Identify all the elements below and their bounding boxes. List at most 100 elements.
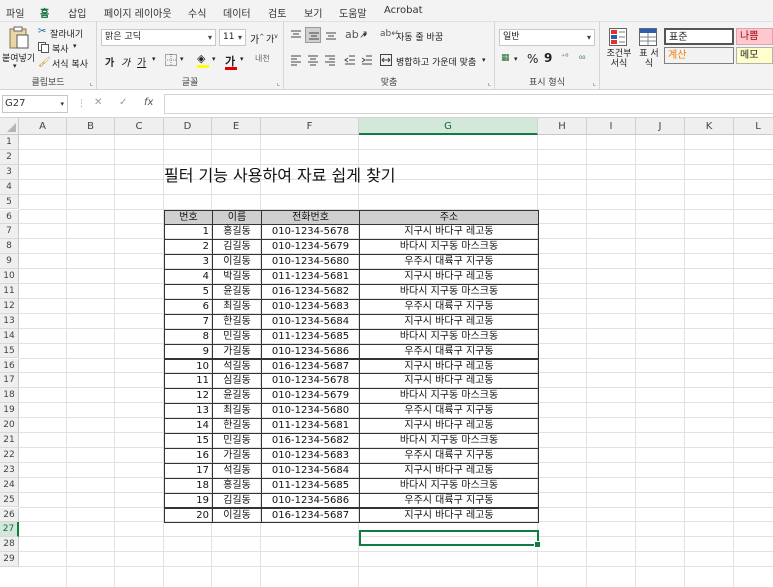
row-header-3[interactable]: 3 — [0, 164, 19, 180]
tab-formulas[interactable]: 수식 — [188, 5, 206, 20]
style-calculation[interactable]: 계산 — [664, 47, 734, 64]
formula-input[interactable] — [164, 94, 773, 114]
table-cell[interactable]: 우주시 대륙구 지구동 — [359, 343, 539, 360]
style-memo[interactable]: 메모 — [736, 47, 773, 64]
merge-center-button[interactable]: 병합하고 가운데 맞춤 — [396, 55, 476, 68]
align-top-icon[interactable] — [290, 29, 302, 44]
table-header-cell[interactable]: 이름 — [212, 209, 262, 226]
increase-decimal-icon[interactable]: ⁺⁰ — [561, 52, 568, 61]
table-cell[interactable]: 12 — [164, 388, 213, 405]
table-header-cell[interactable]: 전화번호 — [261, 209, 360, 226]
tab-acrobat[interactable]: Acrobat — [384, 5, 423, 16]
border-icon[interactable] — [165, 54, 177, 69]
table-cell[interactable]: 홍길동 — [212, 224, 262, 241]
row-header-4[interactable]: 4 — [0, 179, 19, 195]
table-cell[interactable]: 4 — [164, 269, 213, 285]
table-cell[interactable]: 바다시 지구동 마스크동 — [359, 477, 539, 494]
select-all-button[interactable] — [0, 118, 19, 135]
table-header-cell[interactable]: 번호 — [164, 209, 213, 226]
table-cell[interactable]: 7 — [164, 313, 213, 330]
table-cell[interactable]: 3 — [164, 254, 213, 271]
number-format-select[interactable]: 일반 ▾ — [499, 29, 595, 46]
table-cell[interactable]: 바다시 지구동 마스크동 — [359, 433, 539, 449]
row-header-19[interactable]: 19 — [0, 403, 19, 419]
align-right-icon[interactable] — [324, 54, 336, 69]
format-painter-button[interactable]: 서식 복사 — [52, 57, 88, 70]
column-header-l[interactable]: L — [734, 118, 773, 135]
dialog-launcher-icon[interactable]: ⌞ — [90, 79, 93, 87]
increase-indent-icon[interactable] — [361, 54, 373, 69]
row-header-28[interactable]: 28 — [0, 537, 19, 553]
table-cell[interactable]: 010-1234-5684 — [261, 313, 360, 330]
spreadsheet-grid[interactable]: ABCDEFGHIJKL 1 2 3 4 5 6 7 8 9 10 11 12 13 14 15 16 17 18… — [0, 118, 773, 587]
row-header-10[interactable]: 10 — [0, 269, 19, 284]
row-header-11[interactable]: 11 — [0, 284, 19, 299]
decrease-decimal-icon[interactable]: ₀₀ — [579, 52, 585, 61]
style-bad[interactable]: 나쁨 — [736, 28, 773, 45]
table-cell[interactable]: 지구시 바다구 레고동 — [359, 418, 539, 434]
table-cell[interactable]: 10 — [164, 358, 213, 375]
column-header-g[interactable]: G — [359, 118, 538, 135]
style-normal[interactable]: 표준 — [664, 28, 734, 45]
table-cell[interactable]: 15 — [164, 433, 213, 449]
tab-data[interactable]: 데이터 — [223, 5, 251, 20]
sheet-title[interactable]: 필터 기능 사용하여 자료 쉽게 찾기 — [164, 162, 396, 186]
table-cell[interactable]: 최길동 — [212, 298, 262, 315]
table-cell[interactable]: 바다시 지구동 마스크동 — [359, 239, 539, 256]
table-cell[interactable]: 011-1234-5681 — [261, 269, 360, 285]
align-center-icon[interactable] — [307, 54, 319, 69]
table-cell[interactable]: 우주시 대륙구 지구동 — [359, 298, 539, 315]
conditional-formatting-button[interactable]: 조건부 서식 — [606, 49, 632, 69]
table-cell[interactable]: 016-1234-5687 — [261, 358, 360, 375]
italic-button[interactable]: 가 — [121, 54, 130, 69]
font-color-icon[interactable]: 가 — [225, 53, 237, 70]
table-cell[interactable]: 11 — [164, 373, 213, 390]
align-left-icon[interactable] — [290, 54, 302, 69]
insert-function-button[interactable]: fx — [144, 97, 153, 108]
table-cell[interactable]: 한길동 — [212, 313, 262, 330]
paste-chevron-icon[interactable]: ▾ — [13, 62, 17, 70]
table-cell[interactable]: 5 — [164, 284, 213, 300]
table-cell[interactable]: 010-1234-5680 — [261, 403, 360, 420]
table-cell[interactable]: 010-1234-5678 — [261, 373, 360, 390]
column-header-b[interactable]: B — [67, 118, 115, 135]
table-cell[interactable]: 010-1234-5683 — [261, 298, 360, 315]
table-cell[interactable]: 010-1234-5686 — [261, 343, 360, 360]
table-cell[interactable]: 민길동 — [212, 433, 262, 449]
dialog-launcher-icon[interactable]: ⌞ — [277, 79, 280, 87]
table-cell[interactable]: 010-1234-5678 — [261, 224, 360, 241]
column-header-d[interactable]: D — [164, 118, 212, 135]
tab-file[interactable]: 파일 — [6, 5, 24, 20]
cancel-icon[interactable]: ✕ — [94, 97, 102, 108]
row-header-29[interactable]: 29 — [0, 552, 19, 568]
table-cell[interactable]: 지구시 바다구 레고동 — [359, 269, 539, 285]
table-cell[interactable]: 이길동 — [212, 507, 262, 524]
table-cell[interactable]: 16 — [164, 447, 213, 464]
column-header-f[interactable]: F — [261, 118, 359, 135]
tab-page-layout[interactable]: 페이지 레이아웃 — [104, 5, 172, 20]
table-cell[interactable]: 한길동 — [212, 418, 262, 434]
row-header-27[interactable]: 27 — [0, 522, 19, 538]
row-header-13[interactable]: 13 — [0, 313, 19, 329]
row-header-26[interactable]: 26 — [0, 507, 19, 523]
table-cell[interactable]: 가길동 — [212, 343, 262, 360]
table-cell[interactable]: 011-1234-5681 — [261, 418, 360, 434]
merge-chevron-icon[interactable]: ▾ — [482, 56, 486, 64]
fill-chevron-icon[interactable]: ▾ — [212, 55, 216, 63]
percent-button[interactable]: % — [527, 52, 538, 66]
row-header-16[interactable]: 16 — [0, 358, 19, 374]
table-cell[interactable]: 우주시 대륙구 지구동 — [359, 492, 539, 509]
table-cell[interactable]: 우주시 대륙구 지구동 — [359, 403, 539, 420]
table-cell[interactable]: 지구시 바다구 레고동 — [359, 507, 539, 524]
row-header-7[interactable]: 7 — [0, 224, 19, 240]
shrink-font-button[interactable]: 가v — [266, 32, 278, 45]
font-color-chevron-icon[interactable]: ▾ — [240, 55, 244, 63]
column-header-e[interactable]: E — [212, 118, 261, 135]
table-cell[interactable]: 6 — [164, 298, 213, 315]
table-cell[interactable]: 우주시 대륙구 지구동 — [359, 254, 539, 271]
table-cell[interactable]: 19 — [164, 492, 213, 509]
underline-button[interactable]: 가 — [137, 54, 146, 69]
tab-review[interactable]: 검토 — [268, 5, 286, 20]
accounting-format-icon[interactable]: ▦ — [501, 53, 510, 63]
table-cell[interactable]: 010-1234-5680 — [261, 254, 360, 271]
